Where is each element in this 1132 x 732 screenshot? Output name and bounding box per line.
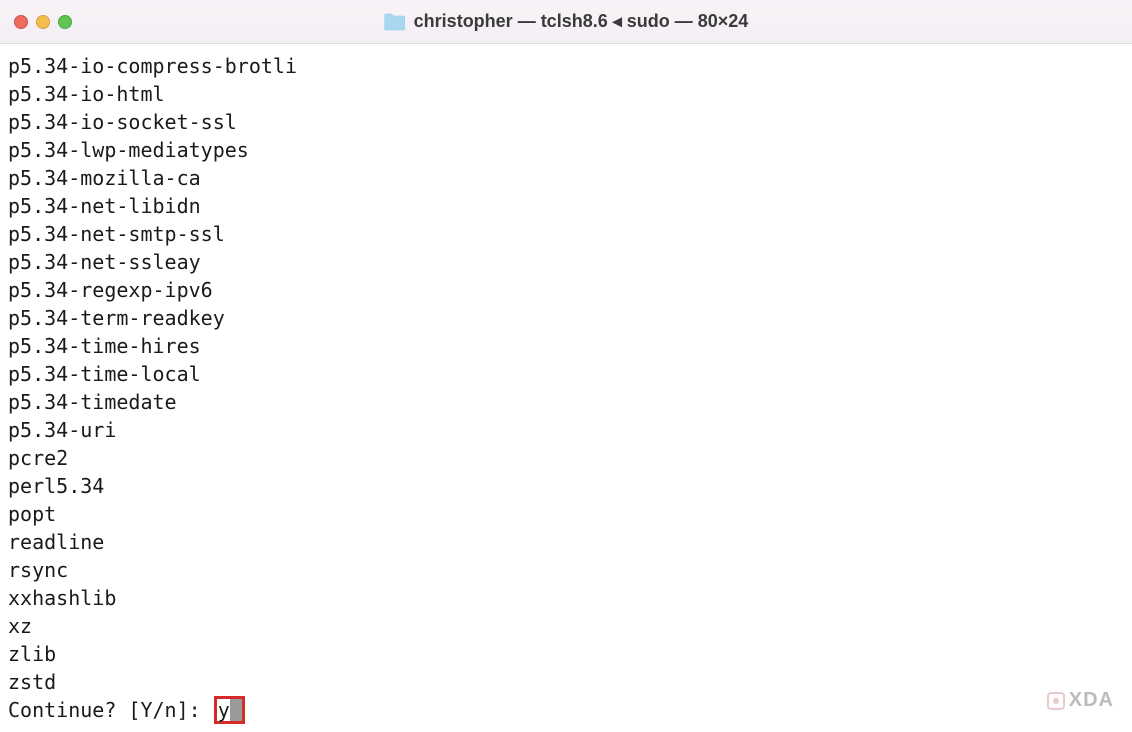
watermark-icon [1046,691,1066,711]
terminal-line: popt [8,500,1128,528]
terminal-line: pcre2 [8,444,1128,472]
cursor [230,699,242,721]
close-button[interactable] [14,15,28,29]
terminal-line: p5.34-uri [8,416,1128,444]
terminal-line: xxhashlib [8,584,1128,612]
terminal-line: p5.34-regexp-ipv6 [8,276,1128,304]
terminal-line: p5.34-lwp-mediatypes [8,136,1128,164]
terminal-line: zlib [8,640,1128,668]
terminal-line: p5.34-time-hires [8,332,1128,360]
terminal-line: p5.34-io-html [8,80,1128,108]
terminal-line: rsync [8,556,1128,584]
watermark-text: XDA [1069,689,1114,712]
maximize-button[interactable] [58,15,72,29]
titlebar: christopher — tclsh8.6 ◂ sudo — 80×24 [0,0,1132,44]
terminal-line: p5.34-term-readkey [8,304,1128,332]
prompt-text: Continue? [Y/n]: [8,696,213,724]
watermark: XDA [1046,689,1114,712]
user-input[interactable]: y [218,696,230,724]
terminal-line: zstd [8,668,1128,696]
terminal-line: p5.34-net-libidn [8,192,1128,220]
terminal-line: p5.34-mozilla-ca [8,164,1128,192]
terminal-line: readline [8,528,1128,556]
terminal-output[interactable]: p5.34-io-compress-brotlip5.34-io-htmlp5.… [0,44,1132,728]
terminal-line: perl5.34 [8,472,1128,500]
folder-icon [384,13,406,31]
input-highlight: y [214,696,245,724]
terminal-line: p5.34-timedate [8,388,1128,416]
terminal-line: p5.34-io-socket-ssl [8,108,1128,136]
terminal-line: p5.34-net-smtp-ssl [8,220,1128,248]
terminal-line: p5.34-net-ssleay [8,248,1128,276]
prompt-line: Continue? [Y/n]: y [8,696,1128,724]
window-title-text: christopher — tclsh8.6 ◂ sudo — 80×24 [414,11,749,32]
minimize-button[interactable] [36,15,50,29]
terminal-line: p5.34-time-local [8,360,1128,388]
window-title: christopher — tclsh8.6 ◂ sudo — 80×24 [384,11,749,32]
terminal-line: xz [8,612,1128,640]
terminal-line: p5.34-io-compress-brotli [8,52,1128,80]
traffic-lights [14,15,72,29]
